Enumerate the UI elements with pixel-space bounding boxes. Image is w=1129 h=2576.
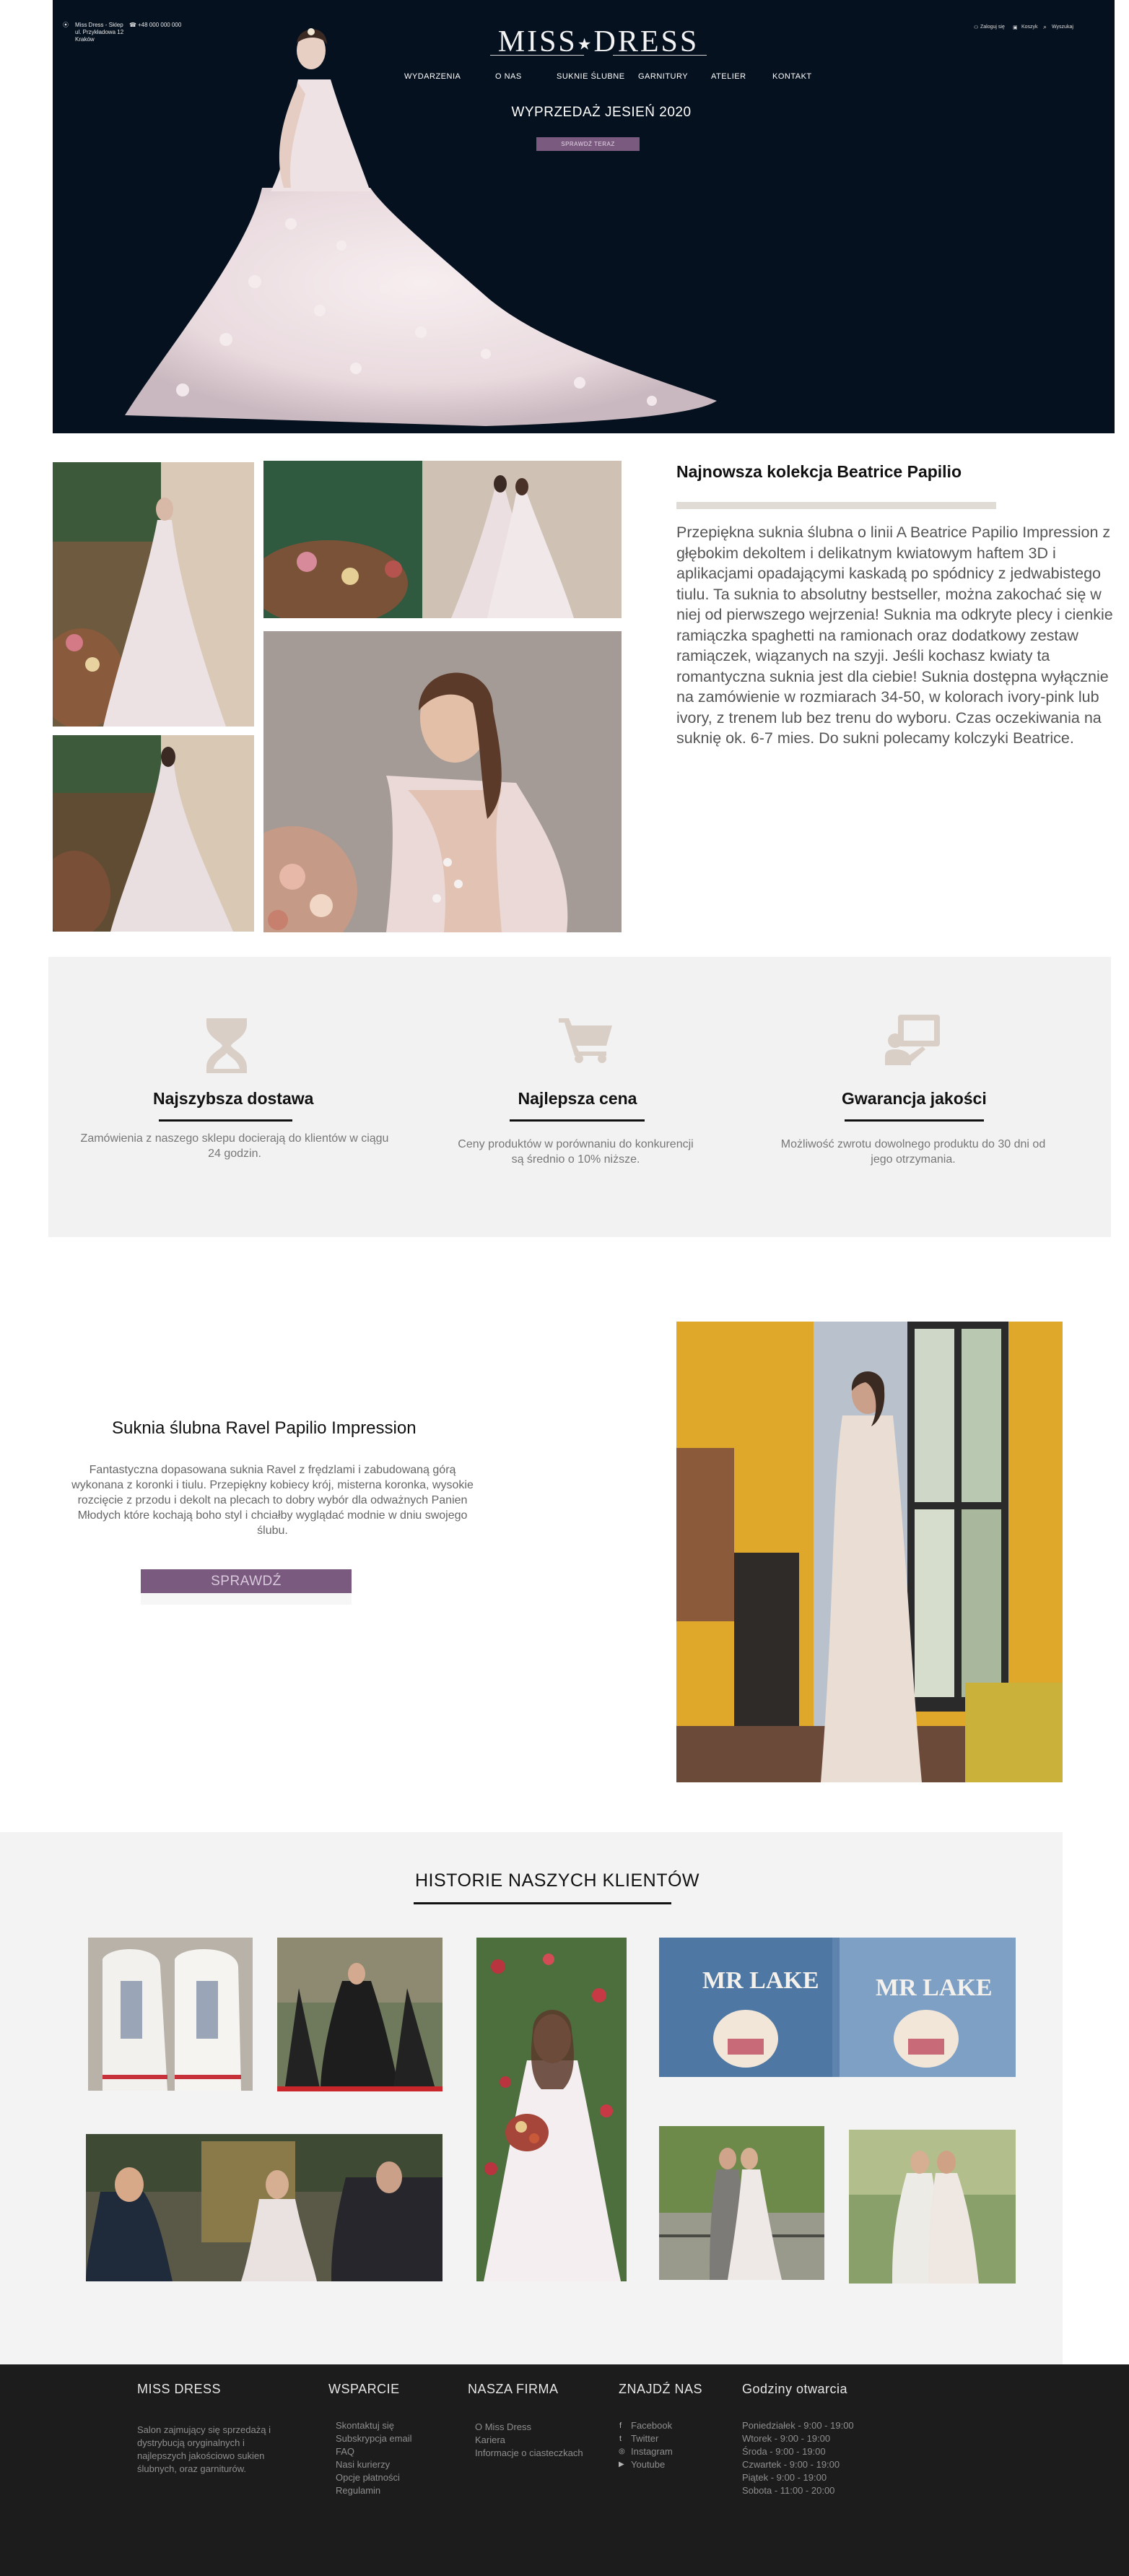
product-description: Fantastyczna dopasowana suknia Ravel z f… (71, 1464, 474, 1537)
opening-hours-item: Środa - 9:00 - 19:00 (742, 2446, 826, 2457)
opening-hours-item: Poniedziałek - 9:00 - 19:00 (742, 2420, 854, 2431)
opening-hours-item: Czwartek - 9:00 - 19:00 (742, 2459, 840, 2470)
feature-underline (510, 1119, 645, 1122)
opening-hours-item: Sobota - 11:00 - 20:00 (742, 2485, 835, 2496)
instagram-icon: ◎ (619, 2447, 625, 2455)
search-icon[interactable]: ⌕ (1043, 23, 1047, 31)
hero-title: WYPRZEDAŻ JESIEŃ 2020 (511, 105, 692, 120)
footer-link-payment[interactable]: Opcje płatności (336, 2471, 400, 2484)
footer-hours-heading: Godziny otwarcia (742, 2382, 848, 2396)
nav-item-kontakt[interactable]: KONTAKT (772, 72, 812, 81)
footer-support-heading: WSPARCIE (328, 2382, 400, 2396)
feature-text-delivery: Zamówienia z naszego sklepu docierają do… (80, 1132, 389, 1160)
product-title: Suknia ślubna Ravel Papilio Impression (112, 1418, 417, 1438)
footer-link-contact[interactable]: Skontaktuj się (336, 2419, 394, 2432)
footer-link-facebook[interactable]: Facebook (631, 2419, 672, 2432)
footer-link-terms[interactable]: Regulamin (336, 2484, 380, 2497)
story-photo-bride-cactus[interactable] (476, 1938, 627, 2281)
logo-divider (613, 55, 707, 56)
collection-photo-2[interactable] (53, 735, 254, 932)
logo-text-left: MISS (497, 25, 577, 58)
story-photo-celebration[interactable] (86, 2134, 443, 2281)
feature-underline (159, 1119, 292, 1122)
login-link[interactable]: Zaloguj się (980, 25, 1005, 30)
feature-underline (845, 1119, 984, 1122)
product-photo[interactable] (676, 1322, 1063, 1782)
opening-hours-item: Wtorek - 9:00 - 19:00 (742, 2433, 831, 2444)
site-logo[interactable]: MISS★DRESS (490, 25, 707, 59)
cart-link[interactable]: Koszyk (1021, 25, 1038, 30)
product-button-shadow (141, 1593, 352, 1605)
story-photo-couple-1[interactable] (659, 2126, 824, 2280)
feature-title-quality: Gwarancja jakości (842, 1089, 987, 1108)
footer-link-about[interactable]: O Miss Dress (475, 2421, 531, 2434)
footer-link-subscription[interactable]: Subskrypcja email (336, 2432, 412, 2445)
address-line: Kraków (75, 36, 95, 43)
stories-title: HISTORIE NASZYCH KLIENTÓW (415, 1870, 700, 1891)
address-line: ul. Przykładowa 12 (75, 29, 124, 35)
footer-link-cookies[interactable]: Informacje o ciasteczkach (475, 2447, 583, 2460)
footer-link-career[interactable]: Kariera (475, 2434, 505, 2447)
feature-text-quality: Możliwość zwrotu dowolnego produktu do 3… (780, 1138, 1046, 1166)
footer-link-instagram[interactable]: Instagram (631, 2445, 673, 2458)
cart-icon[interactable]: ▣ (1013, 25, 1018, 30)
hero-cta-button[interactable]: SPRAWDŹ TERAZ (536, 137, 640, 151)
story-photo-shoes[interactable] (88, 1938, 253, 2091)
collection-description: Przepiękna suknia ślubna o linii A Beatr… (676, 524, 1113, 747)
collection-photo-3[interactable] (263, 461, 622, 618)
cart-icon (559, 1018, 612, 1063)
logo-divider (490, 55, 584, 56)
footer-link-couriers[interactable]: Nasi kurierzy (336, 2458, 390, 2471)
footer-link-youtube[interactable]: Youtube (631, 2458, 665, 2471)
collection-photo-4[interactable] (263, 631, 622, 932)
phone-number[interactable]: +48 000 000 000 (138, 22, 181, 29)
nav-item-o-nas[interactable]: O NAS (495, 72, 522, 81)
collection-photo-1[interactable] (53, 462, 254, 727)
feature-text-price: Ceny produktów w porównaniu do konkurenc… (458, 1138, 694, 1166)
product-check-button[interactable]: SPRAWDŹ (141, 1569, 352, 1593)
search-link[interactable]: Wyszukaj (1052, 25, 1073, 30)
nav-item-atelier[interactable]: ATELIER (711, 72, 746, 81)
facebook-icon: f (619, 2421, 622, 2430)
nav-item-wydarzenia[interactable]: WYDARZENIA (404, 72, 461, 81)
hero-banner: ⦿ Miss Dress - Sklep ul. Przykładowa 12 … (53, 0, 1115, 433)
address-line: Miss Dress - Sklep (75, 22, 123, 28)
nav-item-suknie-slubne[interactable]: SUKNIE ŚLUBNE (557, 72, 625, 81)
feature-title-price: Najlepsza cena (518, 1089, 637, 1108)
logo-star-icon: ★ (577, 35, 594, 53)
story-photo-couple-2[interactable] (849, 2130, 1016, 2284)
footer-link-faq[interactable]: FAQ (336, 2445, 354, 2458)
footer-brand-text: Salon zajmujący się sprzedażą i dystrybu… (137, 2424, 271, 2474)
location-icon: ⦿ (63, 22, 69, 28)
nav-item-garnitury[interactable]: GARNITURY (638, 72, 688, 81)
hero-bride-image (125, 28, 717, 426)
phone-icon: ☎ (129, 22, 136, 28)
footer-link-twitter[interactable]: Twitter (631, 2432, 658, 2445)
youtube-icon: ▶ (619, 2460, 624, 2468)
story-photo-jackets[interactable]: MR LAKE MR LAKE (659, 1938, 1016, 2077)
hourglass-icon (206, 1018, 247, 1073)
opening-hours-item: Piątek - 9:00 - 19:00 (742, 2472, 827, 2483)
jacket-text: MR LAKE (702, 1967, 819, 1994)
address-block: Miss Dress - Sklep ul. Przykładowa 12 Kr… (75, 22, 123, 43)
guarantee-icon (885, 1015, 940, 1065)
story-photo-group[interactable] (277, 1938, 443, 2091)
user-icon[interactable]: ⚇ (974, 25, 978, 30)
logo-text-right: DRESS (593, 25, 699, 58)
feature-title-delivery: Najszybsza dostawa (153, 1089, 314, 1108)
footer-social-heading: ZNAJDŹ NAS (619, 2382, 703, 2396)
footer-company-heading: NASZA FIRMA (468, 2382, 559, 2396)
twitter-icon: t (619, 2434, 622, 2443)
stories-underline (414, 1902, 671, 1904)
collection-divider (676, 502, 996, 509)
jacket-text: MR LAKE (876, 1974, 993, 2001)
footer-brand-heading: MISS DRESS (137, 2382, 222, 2396)
collection-title: Najnowsza kolekcja Beatrice Papilio (676, 462, 962, 481)
